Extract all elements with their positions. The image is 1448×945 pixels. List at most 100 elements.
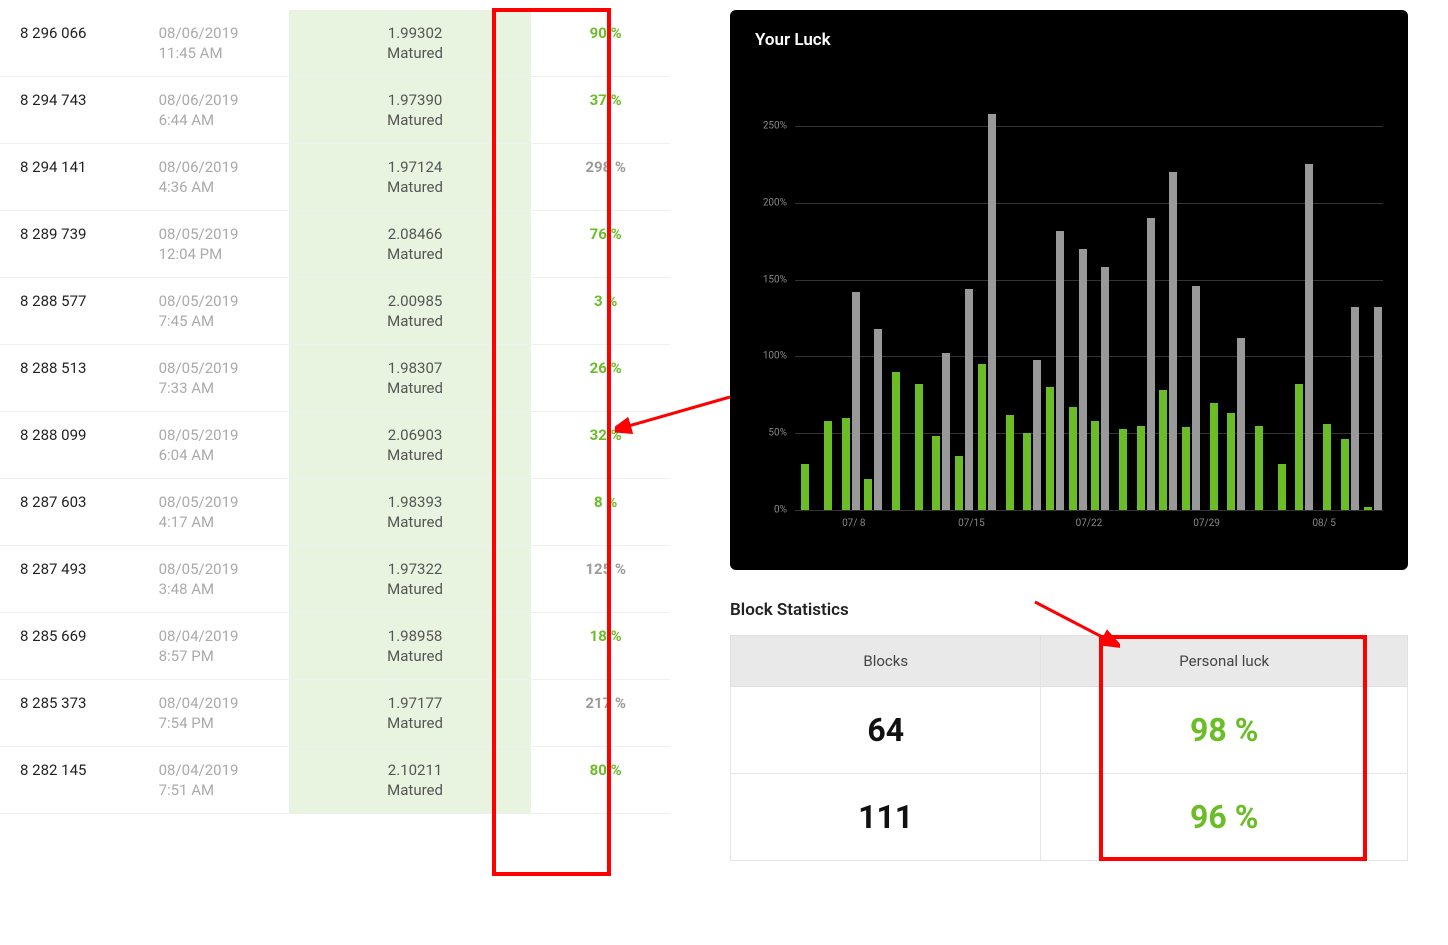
cell-block: 8 288 577 (0, 278, 139, 345)
cell-block: 8 282 145 (0, 747, 139, 814)
stats-blocks: 64 (731, 687, 1041, 774)
bar-green (932, 436, 940, 510)
bar-green (1364, 507, 1372, 510)
bar-green (955, 456, 963, 510)
cell-date: 08/05/201912:04 PM (139, 211, 289, 278)
bar-group (1022, 80, 1043, 510)
x-tick: 07/ 8 (795, 518, 913, 529)
cell-pct: 76 % (531, 211, 670, 278)
bar-green (1023, 433, 1031, 510)
cell-date: 08/05/20197:45 AM (139, 278, 289, 345)
cell-reward: 1.97124Matured (289, 144, 532, 211)
cell-pct: 217 % (531, 680, 670, 747)
bar-green (842, 418, 850, 510)
y-tick: 0% (774, 505, 787, 516)
stats-header-blocks: Blocks (731, 636, 1041, 687)
bar-group (1113, 80, 1134, 510)
table-row: 8 282 145 08/04/20197:51 AM 2.10211Matur… (0, 747, 670, 814)
bar-gray (852, 292, 860, 510)
cell-block: 8 285 373 (0, 680, 139, 747)
bar-group (886, 80, 907, 510)
table-row: 8 287 603 08/05/20194:17 AM 1.98393Matur… (0, 479, 670, 546)
bar-green (1069, 407, 1077, 510)
stats-title: Block Statistics (730, 600, 1408, 620)
cell-date: 08/06/201911:45 AM (139, 10, 289, 77)
gridline (795, 510, 1383, 511)
cell-pct: 3 % (531, 278, 670, 345)
x-tick: 07/15 (913, 518, 1031, 529)
bar-group (977, 80, 998, 510)
bar-gray (1033, 360, 1041, 511)
chart-title: Your Luck (755, 30, 1383, 50)
bar-group (1271, 80, 1292, 510)
bar-group (818, 80, 839, 510)
bar-group (931, 80, 952, 510)
cell-block: 8 285 669 (0, 613, 139, 680)
cell-date: 08/04/20197:51 AM (139, 747, 289, 814)
bar-group (1090, 80, 1111, 510)
bar-group (1135, 80, 1156, 510)
bar-gray (1192, 286, 1200, 510)
bar-green (824, 421, 832, 510)
cell-reward: 2.06903Matured (289, 412, 532, 479)
cell-pct: 125 % (531, 546, 670, 613)
cell-pct: 80 % (531, 747, 670, 814)
table-row: 8 285 373 08/04/20197:54 PM 1.97177Matur… (0, 680, 670, 747)
cell-reward: 2.10211Matured (289, 747, 532, 814)
bar-green (1137, 426, 1145, 510)
y-tick: 150% (763, 274, 787, 285)
cell-block: 8 294 141 (0, 144, 139, 211)
cell-block: 8 287 603 (0, 479, 139, 546)
cell-date: 08/05/20193:48 AM (139, 546, 289, 613)
y-tick: 50% (768, 428, 787, 439)
cell-block: 8 287 493 (0, 546, 139, 613)
bar-gray (1351, 307, 1359, 510)
cell-date: 08/05/20194:17 AM (139, 479, 289, 546)
right-panel: Your Luck 0%50%100%150%200%250% 07/ 807/… (670, 0, 1448, 945)
bar-green (1278, 464, 1286, 510)
bar-gray (1147, 218, 1155, 510)
bar-gray (1169, 172, 1177, 510)
bar-gray (942, 353, 950, 510)
stats-row: 111 96 % (731, 774, 1408, 861)
table-row: 8 294 743 08/06/20196:44 AM 1.97390Matur… (0, 77, 670, 144)
cell-reward: 1.99302Matured (289, 10, 532, 77)
chart-y-axis: 0%50%100%150%200%250% (755, 80, 795, 510)
bar-green (1091, 421, 1099, 510)
chart-bars (795, 80, 1383, 510)
bar-green (801, 464, 809, 510)
bar-green (1341, 439, 1349, 510)
y-tick: 200% (763, 197, 787, 208)
bar-gray (874, 329, 882, 510)
luck-chart-card: Your Luck 0%50%100%150%200%250% 07/ 807/… (730, 10, 1408, 570)
cell-date: 08/05/20196:04 AM (139, 412, 289, 479)
bar-green (1046, 387, 1054, 510)
bar-green (1182, 427, 1190, 510)
cell-date: 08/05/20197:33 AM (139, 345, 289, 412)
table-row: 8 288 513 08/05/20197:33 AM 1.98307Matur… (0, 345, 670, 412)
cell-reward: 1.98958Matured (289, 613, 532, 680)
bar-green (1255, 426, 1263, 510)
cell-pct: 37 % (531, 77, 670, 144)
cell-date: 08/04/20197:54 PM (139, 680, 289, 747)
cell-block: 8 288 513 (0, 345, 139, 412)
chart-plot-area: 0%50%100%150%200%250% (795, 80, 1383, 510)
bar-gray (1305, 164, 1313, 510)
bar-gray (1056, 231, 1064, 511)
bar-gray (1374, 307, 1382, 510)
table-row: 8 288 099 08/05/20196:04 AM 2.06903Matur… (0, 412, 670, 479)
chart-x-axis: 07/ 807/1507/2207/2908/ 5 (795, 518, 1383, 529)
x-tick: 07/22 (1030, 518, 1148, 529)
table-row: 8 296 066 08/06/201911:45 AM 1.99302Matu… (0, 10, 670, 77)
stats-row: 64 98 % (731, 687, 1408, 774)
stats-blocks: 111 (731, 774, 1041, 861)
x-tick: 08/ 5 (1265, 518, 1383, 529)
bar-group (1340, 80, 1361, 510)
y-tick: 250% (763, 121, 787, 132)
cell-block: 8 294 743 (0, 77, 139, 144)
bar-gray (1079, 249, 1087, 510)
bar-green (1119, 429, 1127, 510)
bar-group (840, 80, 861, 510)
blocks-table: 8 296 066 08/06/201911:45 AM 1.99302Matu… (0, 10, 670, 814)
bar-green (1159, 390, 1167, 510)
